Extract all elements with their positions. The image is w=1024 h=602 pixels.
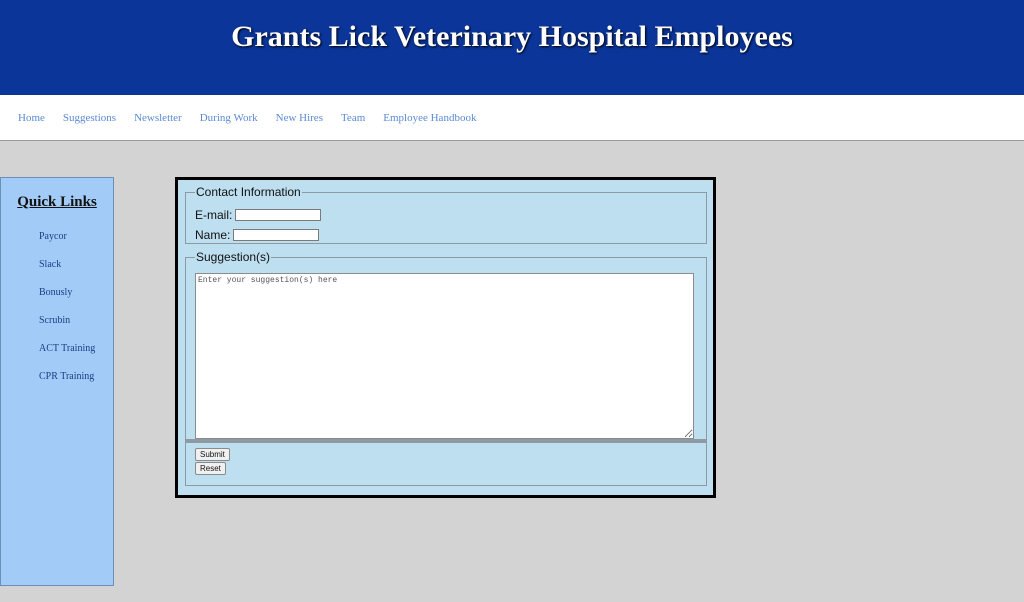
suggestions-legend: Suggestion(s) bbox=[196, 250, 271, 264]
contact-information-fieldset: Contact Information E-mail: Name: bbox=[185, 185, 707, 244]
page-title: Grants Lick Veterinary Hospital Employee… bbox=[231, 20, 793, 53]
site-header: Grants Lick Veterinary Hospital Employee… bbox=[0, 0, 1024, 95]
quick-links-list: Paycor Slack Bonusly Scrubin ACT Trainin… bbox=[1, 231, 113, 399]
email-label: E-mail: bbox=[195, 208, 233, 222]
quick-link-cpr-training[interactable]: CPR Training bbox=[39, 371, 113, 399]
nav-item-during-work[interactable]: During Work bbox=[200, 112, 258, 124]
suggestion-form: Contact Information E-mail: Name: Sugges… bbox=[175, 177, 716, 498]
suggestion-textarea[interactable] bbox=[195, 273, 694, 439]
nav-item-employee-handbook[interactable]: Employee Handbook bbox=[383, 112, 476, 124]
name-row: Name: bbox=[195, 228, 320, 242]
quick-link-act-training[interactable]: ACT Training bbox=[39, 343, 113, 371]
nav-item-suggestions[interactable]: Suggestions bbox=[63, 112, 116, 124]
quick-link-slack[interactable]: Slack bbox=[39, 259, 113, 287]
nav-item-home[interactable]: Home bbox=[18, 112, 45, 124]
name-input[interactable] bbox=[233, 229, 320, 241]
form-buttons-fieldset: Submit Reset bbox=[185, 440, 707, 486]
nav-list: Home Suggestions Newsletter During Work … bbox=[0, 95, 1024, 141]
nav-item-new-hires[interactable]: New Hires bbox=[276, 112, 323, 124]
suggestions-fieldset: Suggestion(s) bbox=[185, 250, 707, 440]
top-navigation: Home Suggestions Newsletter During Work … bbox=[0, 95, 1024, 141]
name-label: Name: bbox=[195, 228, 231, 242]
email-input[interactable] bbox=[235, 209, 322, 221]
nav-item-team[interactable]: Team bbox=[341, 112, 365, 124]
contact-information-legend: Contact Information bbox=[196, 185, 301, 199]
email-row: E-mail: bbox=[195, 208, 322, 222]
submit-button[interactable]: Submit bbox=[195, 448, 230, 461]
quick-link-paycor[interactable]: Paycor bbox=[39, 231, 113, 259]
quick-link-scrubin[interactable]: Scrubin bbox=[39, 315, 113, 343]
reset-button[interactable]: Reset bbox=[195, 462, 226, 475]
quick-link-bonusly[interactable]: Bonusly bbox=[39, 287, 113, 315]
quick-links-title: Quick Links bbox=[17, 194, 97, 210]
nav-item-newsletter[interactable]: Newsletter bbox=[134, 112, 182, 124]
quick-links-sidebar: Quick Links Paycor Slack Bonusly Scrubin… bbox=[0, 177, 114, 586]
